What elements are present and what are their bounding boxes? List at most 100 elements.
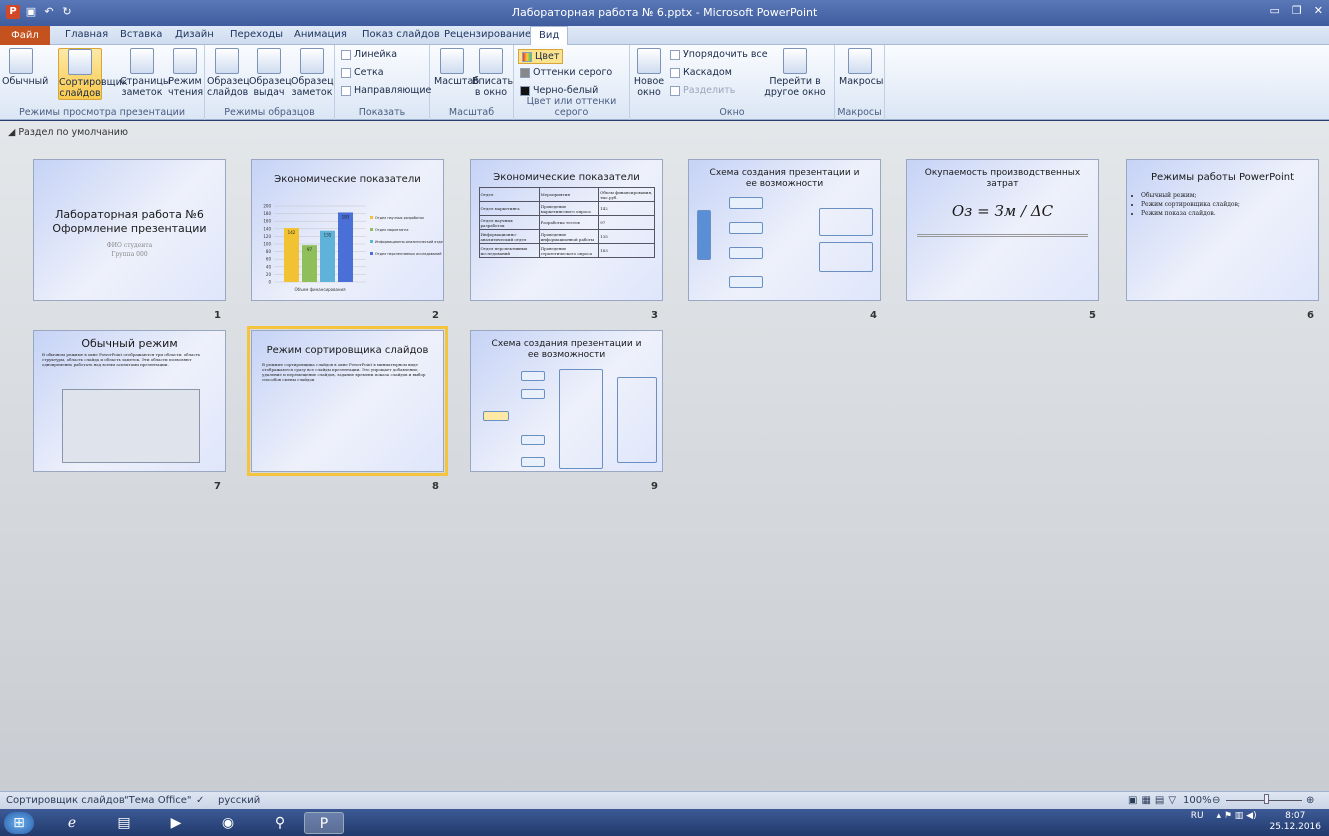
slide-thumbnail-9[interactable]: Схема создания презентации и ее возможно… [470,330,663,472]
slide-number: 2 [432,310,439,321]
slide-thumbnail-4[interactable]: Схема создания презентации и ее возможно… [688,159,881,301]
view-buttons[interactable]: ▣▦▤▽ [1128,795,1180,806]
table-row: Информационно-аналитический отдел Проведе… [478,229,655,244]
zoom-out-icon[interactable]: ⊖ [1212,795,1220,806]
restore-icon[interactable]: ❐ [1292,4,1302,17]
taskbar: ⊞ ℯ ▤ ▶ ◉ ⚲ P RU ▴ ⚑ ▥ ◀) 8:07 25.12.201… [0,809,1329,836]
slide-master-button[interactable]: Образец слайдов [207,48,250,98]
tab-slideshow[interactable]: Показ слайдов [362,29,440,40]
tray-icons[interactable]: ▴ ⚑ ▥ ◀) [1216,811,1256,821]
slide-thumbnail-6[interactable]: Режимы работы PowerPoint Обычный режим; … [1126,159,1319,301]
switch-window-button[interactable]: Перейти в другое окно [760,48,830,98]
new-window-icon [637,48,661,74]
tab-transitions[interactable]: Переходы [230,29,283,40]
zoom-slider-handle[interactable] [1264,794,1269,804]
handout-master-icon [257,48,281,74]
tab-review[interactable]: Рецензирование [444,29,531,40]
tick-label: 20 [266,272,272,277]
legend-swatch [370,216,373,219]
split-button[interactable]: Разделить [670,85,735,96]
macros-button[interactable]: Макросы [839,48,883,87]
macros-icon [848,48,872,74]
grid-checkbox[interactable]: Сетка [341,67,384,78]
zoom-in-icon[interactable]: ⊕ [1306,795,1314,806]
status-view: Сортировщик слайдов [6,795,125,806]
color-button[interactable]: Цвет [518,49,564,64]
scheme-root [483,411,509,421]
status-language[interactable]: русский [218,795,260,806]
group-color: Цвет Оттенки серого Черно-белый Цвет или… [514,45,630,120]
search-icon[interactable]: ⚲ [260,812,300,834]
slide-thumbnail-8[interactable]: Режим сортировщика слайдов В режиме сорт… [247,326,448,476]
reading-view-button[interactable]: Режим чтения [168,48,203,98]
clock[interactable]: 8:07 25.12.2016 [1269,811,1321,833]
new-window-button[interactable]: Новое окно [632,48,666,98]
slide-thumbnail-7[interactable]: Обычный режим В обычном режиме в окне Po… [33,330,226,472]
slide-thumbnail-1[interactable]: Лабораторная работа №6 Оформление презен… [33,159,226,301]
table-cell: 135 [598,229,655,244]
grayscale-button[interactable]: Оттенки серого [520,67,612,78]
notes-master-icon [300,48,324,74]
slide-body: В обычном режиме в окне PowerPoint отобр… [42,352,201,367]
spellcheck-icon[interactable]: ✓ [196,795,204,806]
handout-master-button[interactable]: Образец выдач [249,48,292,98]
black-white-button[interactable]: Черно-белый [520,85,598,96]
scheme-column [559,369,603,469]
scheme-brace [819,208,873,236]
legend-label: Отдел маркетинга [375,228,409,232]
status-theme: "Тема Office" [124,795,192,806]
arrange-all-button[interactable]: Упорядочить все [670,49,768,60]
scheme-column [617,377,657,463]
normal-view-button[interactable]: Обычный [2,48,48,87]
fit-window-button[interactable]: Вписать в окно [472,48,513,98]
tray-language[interactable]: RU [1191,811,1204,821]
close-icon[interactable]: ✕ [1314,4,1323,17]
ribbon: Обычный Сортировщик слайдов Страницы зам… [0,45,1329,120]
data-label: 142 [288,230,296,235]
reading-view-icon [173,48,197,74]
tab-insert[interactable]: Вставка [120,29,162,40]
bullet-list: Обычный режим; Режим сортировщика слайдо… [1141,191,1318,218]
slide-thumbnail-2[interactable]: Экономические показатели 0 20 40 60 80 100 120… [251,159,444,301]
scheme-node [521,457,545,467]
table-cell: Отдел перспективных исследований [478,243,540,258]
slide-sorter-button[interactable]: Сортировщик слайдов [58,48,128,100]
notes-master-button[interactable]: Образец заметок [291,48,334,98]
notes-page-button[interactable]: Страницы заметок [120,48,170,98]
table-row: Отдел научных разработок Разработка тесто… [478,215,655,230]
clock-date: 25.12.2016 [1269,822,1321,832]
table-cell: 183 [598,243,655,258]
group-master-views: Образец слайдов Образец выдач Образец за… [205,45,335,120]
start-button[interactable]: ⊞ [4,812,34,834]
normal-view-icon [9,48,33,74]
legend-label: Отдел перспективных исследований [375,252,441,256]
table-row: Отдел маркетинга Проведение маркетинговог… [478,201,655,216]
folder-icon[interactable]: ▤ [104,812,144,834]
ruler-checkbox[interactable]: Линейка [341,49,397,60]
powerpoint-taskbar-icon[interactable]: P [304,812,344,834]
group-label: Режимы образцов [224,107,315,118]
chrome-icon[interactable]: ◉ [208,812,248,834]
legend-label: Отдел научных разработок [375,216,424,220]
zoom-level[interactable]: 100% [1183,795,1212,806]
slide-thumbnail-5[interactable]: Окупаемость производственных затрат Oз =… [906,159,1099,301]
tab-animation[interactable]: Анимация [294,29,347,40]
checkbox-icon [341,67,351,78]
tab-file[interactable]: Файл [0,26,50,45]
data-label: 135 [324,233,332,238]
minimize-icon[interactable]: ▭ [1270,4,1280,17]
guides-checkbox[interactable]: Направляющие [341,85,431,96]
tab-home[interactable]: Главная [65,29,108,40]
section-header[interactable]: ◢ Раздел по умолчанию [8,127,128,138]
tick-label: 200 [263,204,271,209]
table-cell: Отдел маркетинга [478,201,540,216]
tab-view[interactable]: Вид [530,26,569,46]
tab-design[interactable]: Дизайн [175,29,214,40]
slide-thumbnail-3[interactable]: Экономические показатели Отдел Мероприяти… [470,159,663,301]
internet-explorer-icon[interactable]: ℯ [52,812,92,834]
table-cell: Разработка тестов [538,215,600,230]
x-category-label: Объем финансирования [294,287,346,292]
media-player-icon[interactable]: ▶ [156,812,196,834]
cascade-button[interactable]: Каскадом [670,67,732,78]
zoom-button[interactable]: Масштаб [434,48,479,87]
